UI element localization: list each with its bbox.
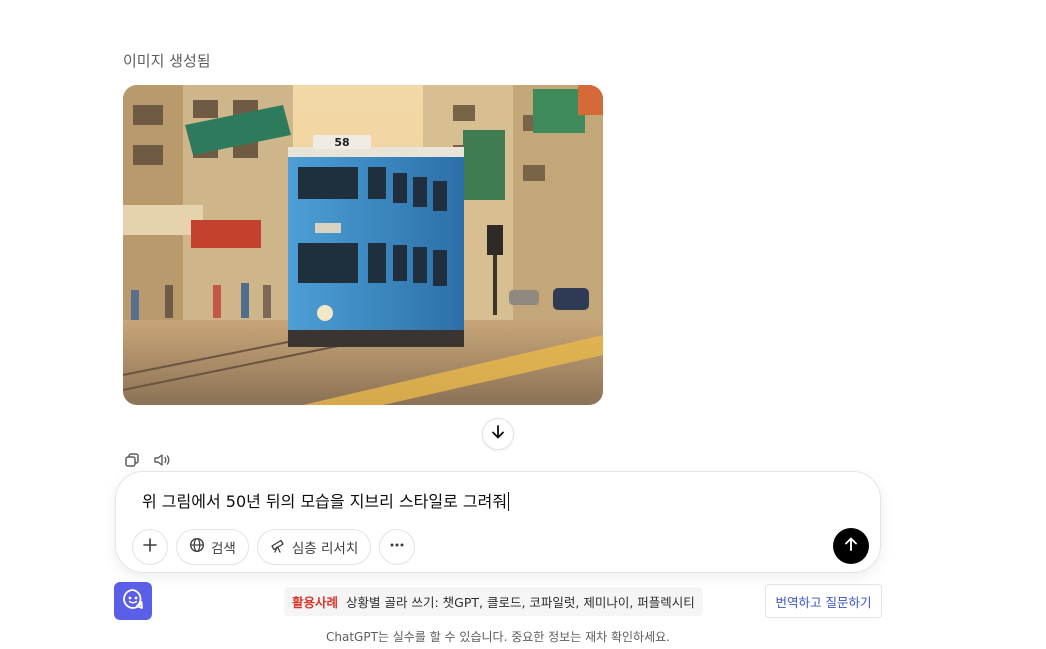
send-button[interactable] [833,528,869,564]
message-composer: 위 그림에서 50년 뒤의 모습을 지브리 스타일로 그려줘 검색 심층 리서치 [115,471,881,573]
deep-research-label: 심층 리서치 [291,541,359,557]
footer-disclaimer: ChatGPT는 실수를 할 수 있습니다. 중요한 정보는 재차 확인하세요. [326,630,670,644]
arrow-down-icon [490,424,506,444]
ellipsis-icon [389,537,405,557]
search-button-label: 검색 [211,541,236,557]
translate-and-ask-button[interactable]: 번역하고 질문하기 [765,584,882,618]
tram-route-number: 58 [334,136,349,149]
extension-button[interactable] [114,582,152,620]
speaker-icon[interactable] [153,451,171,469]
plus-icon [142,537,158,557]
usecase-banner[interactable]: 활용사례 상황별 골라 쓰기: 챗GPT, 클로드, 코파일럿, 제미나이, 퍼… [284,587,703,616]
deep-research-button[interactable]: 심층 리서치 [256,529,372,565]
chat-bubble-icon [122,588,144,614]
usecase-text: 상황별 골라 쓰기: 챗GPT, 클로드, 코파일럿, 제미나이, 퍼플렉시티 [346,595,695,610]
arrow-up-icon [843,536,859,556]
search-button[interactable]: 검색 [176,529,249,565]
composer-tools: 검색 심층 리서치 [132,529,416,565]
prompt-input-text: 위 그림에서 50년 뒤의 모습을 지브리 스타일로 그려줘 [142,492,508,511]
more-tools-button[interactable] [379,529,416,565]
add-attachment-button[interactable] [132,529,168,565]
usecase-tag: 활용사례 [292,595,339,610]
image-generated-label: 이미지 생성됨 [123,52,211,70]
copy-icon[interactable] [123,451,141,469]
scroll-to-bottom-button[interactable] [482,418,514,450]
message-actions [123,451,171,469]
generated-image[interactable]: 58 [123,85,603,405]
telescope-icon [270,537,286,557]
globe-icon [189,537,205,557]
prompt-input[interactable]: 위 그림에서 50년 뒤의 모습을 지브리 스타일로 그려줘 [142,488,510,512]
text-caret [508,492,510,511]
